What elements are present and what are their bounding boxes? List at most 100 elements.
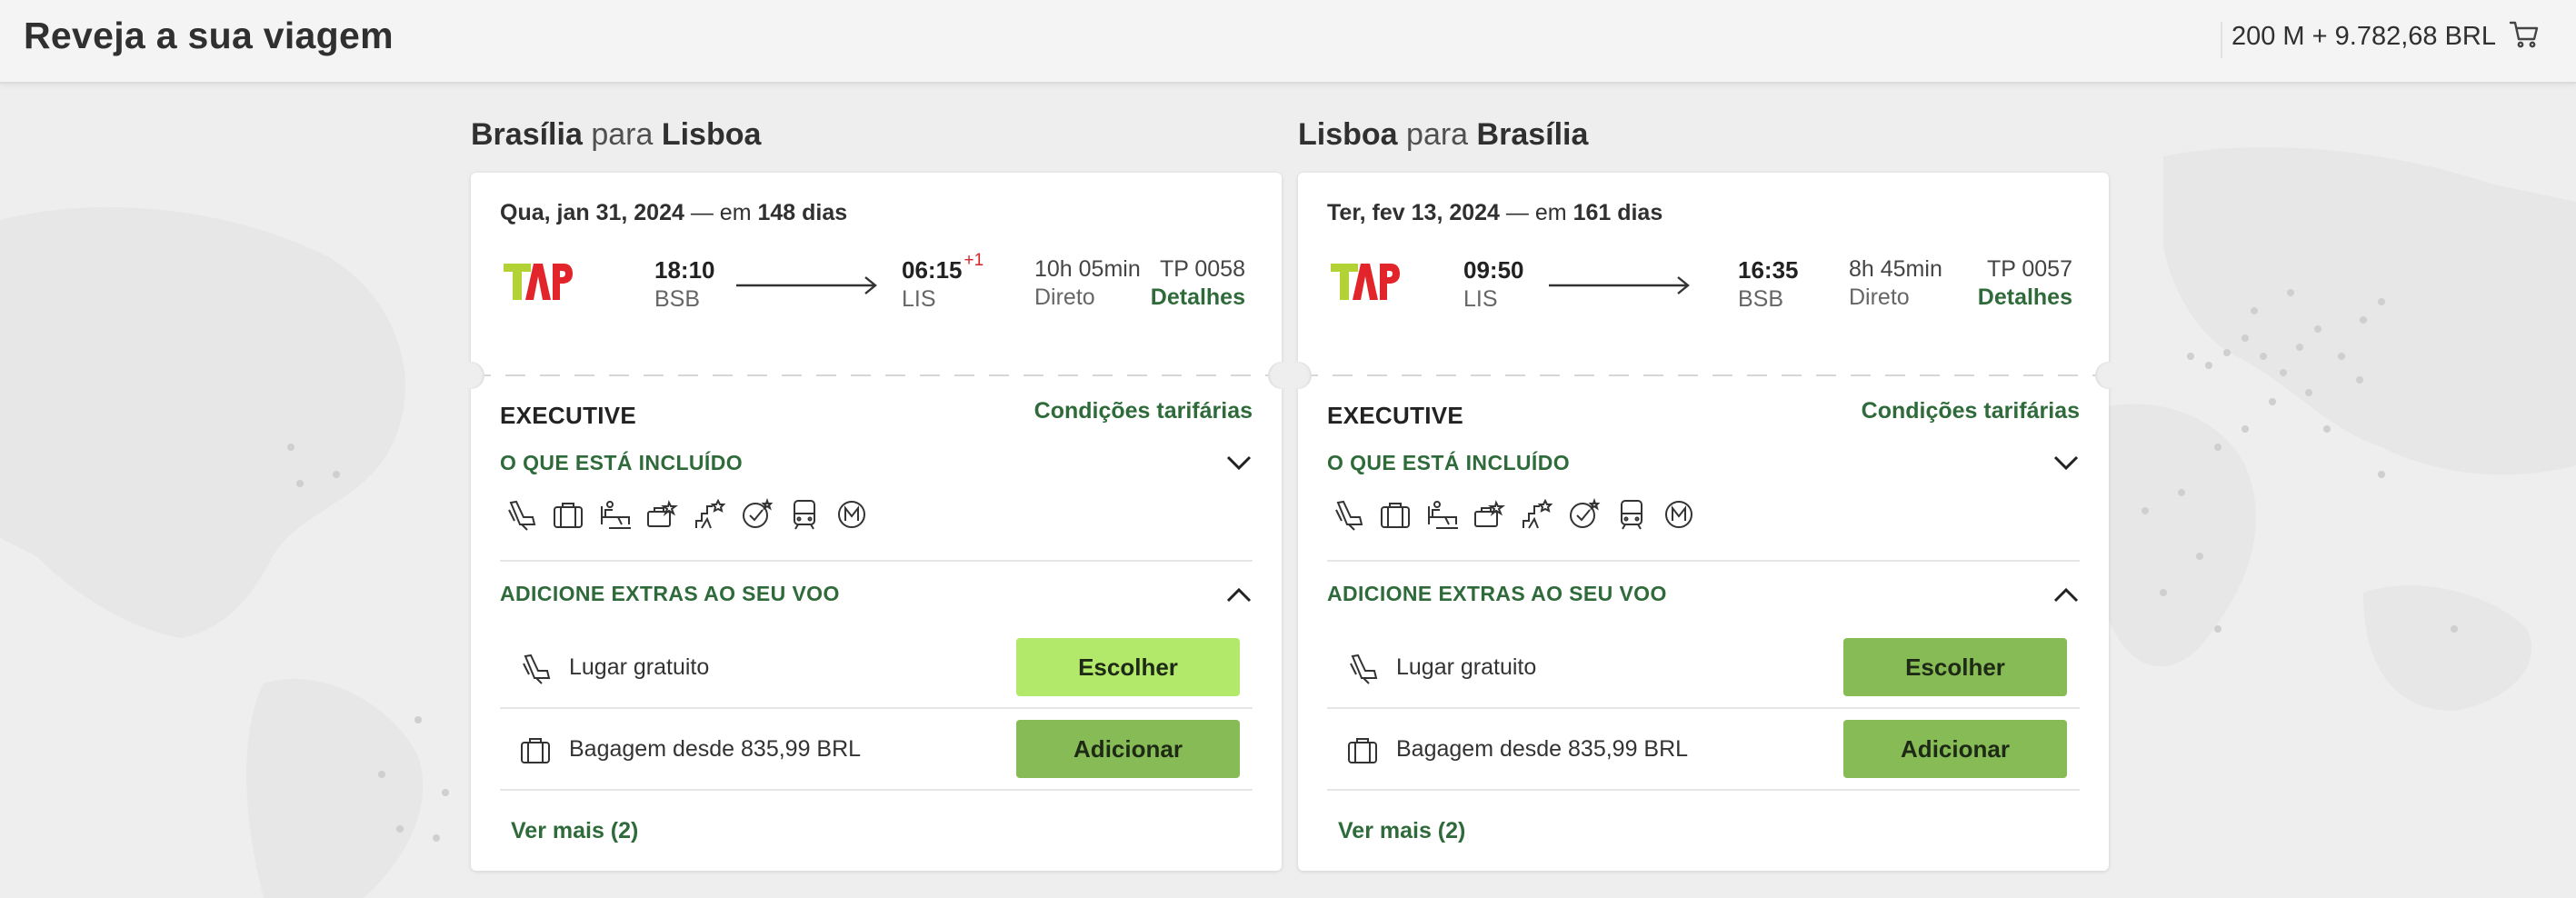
- outbound-flight-card: Qua, jan 31, 2024 — em 148 dias 18:10 BS…: [457, 173, 1295, 871]
- page-title: Reveja a sua viagem: [24, 15, 394, 56]
- extra-seat: Lugar gratuito Escolher: [500, 627, 1253, 709]
- route-origin: Brasília: [471, 117, 583, 152]
- seat-icon: [504, 497, 538, 532]
- arrival-time-wrap: 06:15 +1: [902, 251, 983, 284]
- flight-number-block: TP 0057 Detalhes: [1978, 256, 2072, 311]
- route-connector: para: [591, 117, 654, 152]
- chevron-up-icon[interactable]: [2052, 585, 2080, 605]
- arrow-right-icon: [736, 276, 877, 294]
- flight-number-block: TP 0058 Detalhes: [1151, 256, 1245, 311]
- extras-title: ADICIONE EXTRAS AO SEU VOO: [1327, 582, 1667, 605]
- ticket-notch: [1284, 362, 1312, 389]
- outbound-route-title: Brasília para Lisboa: [471, 116, 1282, 153]
- flight-date-line: Qua, jan 31, 2024 — em 148 dias: [500, 200, 1253, 226]
- flight-row: 09:50 LIS 16:35 BSB 8h 45min Direto TP 0…: [1327, 256, 2072, 320]
- outbound-section: Brasília para Lisboa Qua, jan 31, 2024 —…: [457, 116, 1295, 871]
- metro-icon: [1662, 497, 1696, 532]
- see-more-link[interactable]: Ver mais (2): [1338, 818, 2080, 844]
- departure-code: LIS: [1463, 286, 1498, 312]
- fare-conditions-link[interactable]: Condições tarifárias: [1862, 398, 2080, 424]
- days-until: 161 dias: [1573, 200, 1663, 225]
- flight-number: TP 0058: [1159, 256, 1245, 282]
- baggage-icon: [1345, 733, 1380, 767]
- inbound-flight-card: Ter, fev 13, 2024 — em 161 dias 09:50 LI…: [1284, 173, 2122, 871]
- extras-toggle[interactable]: ADICIONE EXTRAS AO SEU VOO: [500, 562, 1253, 627]
- miles-icon: [740, 497, 774, 532]
- arrival-code: LIS: [902, 286, 936, 312]
- extras-toggle[interactable]: ADICIONE EXTRAS AO SEU VOO: [1327, 562, 2080, 627]
- transfer-icon: [787, 497, 822, 532]
- days-until: 148 dias: [757, 200, 848, 225]
- inbound-section: Lisboa para Brasília Ter, fev 13, 2024 —…: [1284, 116, 2122, 871]
- seat-icon: [518, 651, 553, 685]
- fare-conditions-link[interactable]: Condições tarifárias: [1034, 398, 1253, 424]
- divider: [2221, 22, 2222, 58]
- departure: 09:50 LIS: [1463, 256, 1524, 313]
- flight-number: TP 0057: [1986, 256, 2072, 282]
- see-more-link[interactable]: Ver mais (2): [511, 818, 1253, 844]
- duration: 8h 45min Direto: [1849, 256, 1942, 311]
- ticket-notch: [457, 362, 484, 389]
- add-baggage-button[interactable]: Adicionar: [1016, 720, 1240, 778]
- departure-code: BSB: [654, 286, 701, 312]
- flight-duration: 10h 05min: [1034, 256, 1141, 282]
- flight-stops: Direto: [1034, 284, 1095, 310]
- priority-checkin-icon: [645, 497, 680, 532]
- flight-date: Ter, fev 13, 2024: [1327, 200, 1500, 225]
- lounge-icon: [1425, 497, 1460, 532]
- included-toggle[interactable]: O QUE ESTÁ INCLUÍDO: [500, 442, 1253, 491]
- cart-icon[interactable]: [2509, 20, 2540, 54]
- choose-seat-button[interactable]: Escolher: [1016, 638, 1240, 696]
- chevron-down-icon[interactable]: [2052, 453, 2080, 473]
- arrival-code: BSB: [1738, 286, 1784, 312]
- fast-track-icon: [1520, 497, 1554, 532]
- duration: 10h 05min Direto: [1034, 256, 1141, 311]
- top-bar: Reveja a sua viagem 200 M + 9.782,68 BRL: [0, 0, 2576, 84]
- chevron-down-icon[interactable]: [1225, 453, 1253, 473]
- route-connector: para: [1406, 117, 1469, 152]
- carry-on-bag-icon: [551, 497, 585, 532]
- in-label: — em: [690, 200, 752, 225]
- arrival-time: 16:35: [1738, 256, 1799, 284]
- flight-date: Qua, jan 31, 2024: [500, 200, 684, 225]
- details-link[interactable]: Detalhes: [1151, 284, 1245, 311]
- extra-baggage: Bagagem desde 835,99 BRL Adicionar: [1327, 709, 2080, 791]
- cart-summary[interactable]: 200 M + 9.782,68 BRL: [2232, 20, 2540, 54]
- extra-baggage-label: Bagagem desde 835,99 BRL: [1396, 736, 1689, 762]
- chevron-up-icon[interactable]: [1225, 585, 1253, 605]
- route-destination: Brasília: [1476, 117, 1589, 152]
- carry-on-bag-icon: [1378, 497, 1413, 532]
- extra-seat-label: Lugar gratuito: [569, 654, 710, 680]
- flight-date-line: Ter, fev 13, 2024 — em 161 dias: [1327, 200, 2080, 226]
- extra-baggage: Bagagem desde 835,99 BRL Adicionar: [500, 709, 1253, 791]
- tap-logo: [1331, 264, 1400, 300]
- next-day-badge: +1: [964, 251, 984, 270]
- departure-time: 09:50: [1463, 256, 1524, 284]
- route-destination: Lisboa: [661, 117, 762, 152]
- cart-total: 200 M + 9.782,68 BRL: [2231, 22, 2496, 51]
- extra-baggage-label: Bagagem desde 835,99 BRL: [569, 736, 862, 762]
- arrival: 16:35 BSB: [1738, 256, 1799, 313]
- lounge-icon: [598, 497, 633, 532]
- transfer-icon: [1614, 497, 1649, 532]
- included-toggle[interactable]: O QUE ESTÁ INCLUÍDO: [1327, 442, 2080, 491]
- seat-icon: [1331, 497, 1365, 532]
- cabin-class: EXECUTIVE: [1327, 402, 1464, 429]
- details-link[interactable]: Detalhes: [1978, 284, 2072, 311]
- miles-icon: [1567, 497, 1602, 532]
- in-label: — em: [1505, 200, 1567, 225]
- extra-seat-label: Lugar gratuito: [1396, 654, 1537, 680]
- included-icons: [500, 491, 1253, 538]
- arrival: 06:15 +1 LIS: [902, 251, 983, 313]
- flight-row: 18:10 BSB 06:15 +1 LIS 10h 05min Direto T…: [500, 251, 1245, 320]
- choose-seat-button[interactable]: Escolher: [1843, 638, 2067, 696]
- included-icons: [1327, 491, 2080, 538]
- ticket-notch: [2095, 362, 2122, 389]
- extras-title: ADICIONE EXTRAS AO SEU VOO: [500, 582, 840, 605]
- included-title: O QUE ESTÁ INCLUÍDO: [500, 451, 744, 474]
- baggage-icon: [518, 733, 553, 767]
- flight-duration: 8h 45min: [1849, 256, 1942, 282]
- add-baggage-button[interactable]: Adicionar: [1843, 720, 2067, 778]
- included-title: O QUE ESTÁ INCLUÍDO: [1327, 451, 1571, 474]
- arrival-time: 06:15: [902, 256, 963, 284]
